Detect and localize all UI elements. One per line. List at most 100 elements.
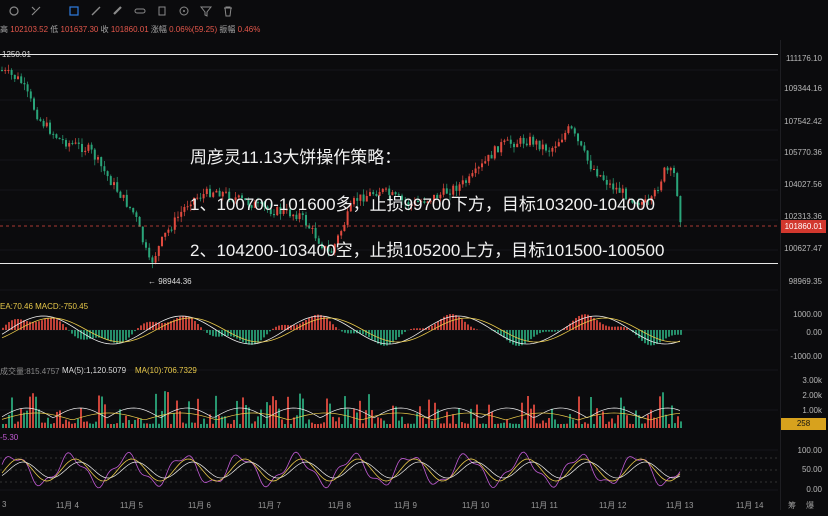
candle-body [183, 206, 186, 212]
volume-bar [632, 423, 634, 428]
candle-body [103, 166, 106, 172]
candle-body [26, 84, 29, 92]
volume-bar [137, 418, 139, 428]
volume-bar [338, 417, 340, 428]
amplitude-label: 振幅 [219, 25, 236, 34]
link-icon[interactable] [132, 3, 148, 19]
volume-bar [5, 423, 7, 428]
macd-bar [617, 326, 619, 330]
volume-bar [443, 423, 445, 428]
macd-bar [620, 326, 622, 330]
macd-bar [320, 315, 322, 330]
candle-body [561, 139, 563, 143]
candle-body [20, 76, 23, 84]
macd-bar [581, 314, 583, 330]
trash-icon[interactable] [220, 3, 236, 19]
candle-body [77, 142, 80, 144]
macd-bar [182, 315, 184, 330]
filter-icon[interactable] [198, 3, 214, 19]
volume-bar [674, 423, 676, 428]
volume-bar [515, 423, 517, 428]
high-value: 102103.52 [10, 25, 49, 34]
volume-bar [254, 421, 256, 428]
volume-bar [287, 396, 289, 428]
volume-bar [341, 423, 343, 428]
support-line[interactable] [0, 263, 778, 264]
tools-icon[interactable] [28, 3, 44, 19]
macd-bar [539, 330, 541, 334]
pencil-icon[interactable] [88, 3, 104, 19]
macd-bar [95, 330, 97, 338]
macd-bar [272, 328, 274, 330]
volume-bar [350, 423, 352, 428]
macd-bar [197, 324, 199, 330]
volume-bar [257, 416, 259, 428]
bars-icon[interactable] [6, 3, 22, 19]
volume-bar [509, 423, 511, 428]
volume-bar [122, 422, 124, 428]
volume-bar [617, 415, 619, 428]
volume-current-tag: 258 [781, 418, 826, 430]
candle-body [493, 146, 496, 159]
volume-bar [524, 419, 526, 428]
macd-bar [623, 327, 625, 330]
macd-bar [521, 330, 523, 346]
indicator-icon[interactable] [176, 3, 192, 19]
volume-bar [140, 418, 142, 428]
volume-bar [413, 423, 415, 428]
volume-bar [53, 423, 55, 428]
candle-body [106, 171, 109, 177]
ruler-icon[interactable] [110, 3, 126, 19]
volume-bar [323, 422, 325, 428]
rsi-axis-label: 0.00 [806, 485, 822, 494]
candle-body [100, 157, 103, 167]
volume-bar [491, 411, 493, 428]
candle-body [161, 236, 163, 246]
candle-body [340, 231, 343, 236]
macd-bar [122, 330, 124, 343]
macd-bar [680, 330, 682, 335]
macd-bar [281, 324, 283, 330]
rectangle-icon[interactable] [66, 3, 82, 19]
macd-bar [104, 330, 106, 339]
resistance-line[interactable] [0, 54, 778, 55]
volume-bar [284, 423, 286, 428]
volume-bar [626, 415, 628, 428]
candle-body [295, 214, 298, 220]
text-icon[interactable] [154, 3, 170, 19]
corner-label[interactable]: 筹 [788, 500, 796, 511]
candle-body [141, 226, 144, 243]
candle-body [45, 122, 48, 127]
volume-bar [578, 396, 580, 428]
corner-label[interactable]: 爆 [806, 500, 814, 511]
volume-bar [503, 422, 505, 428]
volume-bar [527, 396, 529, 428]
volume-bar [212, 423, 214, 428]
time-axis-label: 11月 7 [258, 501, 281, 510]
low-value: 101637.30 [60, 25, 99, 34]
low-price-marker: ← 98944.36 [148, 277, 192, 286]
macd-bar [47, 318, 49, 330]
candle-body [596, 169, 599, 177]
macd-bar [236, 330, 238, 339]
volume-axis-label: 3.00k [802, 376, 822, 385]
volume-bar [35, 396, 37, 428]
volume-bar [191, 422, 193, 428]
candle-body [68, 143, 71, 147]
volume-bar [125, 415, 127, 428]
macd-bar [266, 330, 268, 335]
candle-body [532, 136, 535, 145]
volume-bar [380, 418, 382, 428]
macd-bar [41, 320, 43, 330]
candle-body [577, 133, 579, 142]
candle-body [554, 146, 557, 148]
volume-bar [161, 411, 163, 428]
change-value: 0.06%(59.25) [169, 25, 218, 34]
volume-bar [500, 423, 502, 428]
price-axis-label: 105770.36 [784, 148, 822, 157]
volume-bar [41, 422, 43, 428]
volume-bar [473, 418, 475, 428]
volume-bar [533, 404, 535, 428]
macd-bar [413, 328, 415, 330]
candle-body [167, 229, 170, 233]
